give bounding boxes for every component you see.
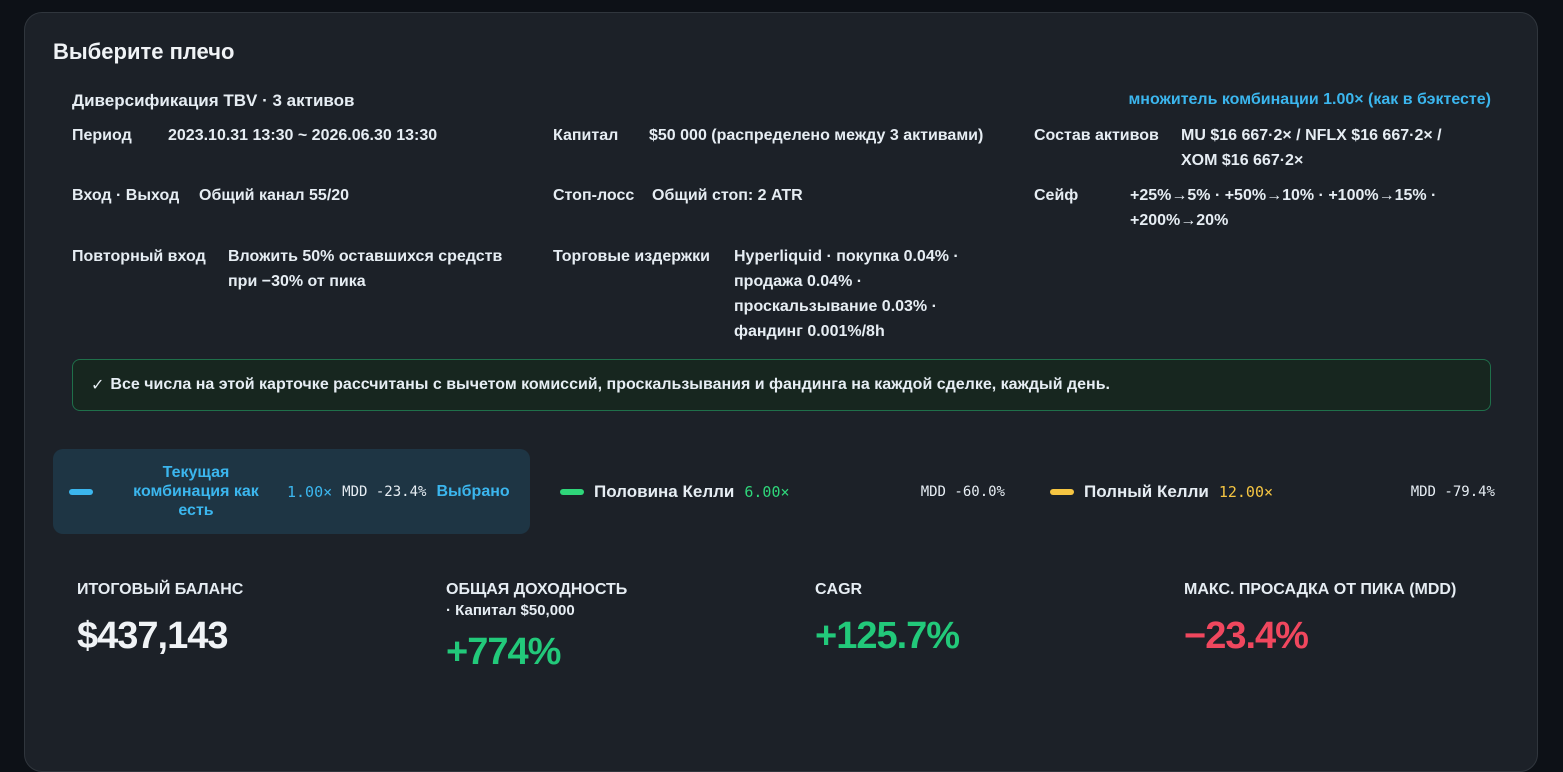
stat-sublabel: · Капитал $50,000 [446, 602, 575, 619]
param-safe-line1: +25%→5% · +50%→10% · +100%→15% · [1130, 187, 1437, 204]
param-composition-label: Состав активов [1034, 127, 1159, 144]
stat-value: +125.7% [815, 615, 960, 657]
param-stop-loss: Стоп-лосс Общий стоп: 2 ATR [553, 183, 803, 208]
net-fees-notice: ✓ Все числа на этой карточке рассчитаны … [72, 359, 1491, 411]
param-costs-line2: продажа 0.04% · [734, 273, 863, 290]
leverage-card: Выберите плечо Диверсификация TBV · 3 ак… [24, 12, 1538, 772]
param-entry-exit-label: Вход · Выход [72, 187, 180, 204]
param-period-label: Период [72, 127, 132, 144]
param-period-value: 2023.10.31 13:30 ~ 2026.06.30 13:30 [168, 127, 438, 144]
leverage-option-mdd: MDD -60.0% [920, 483, 1005, 500]
stat-value: $437,143 [77, 615, 229, 657]
param-safe-line2: +200%→20% [1130, 212, 1229, 229]
leverage-option-multiplier: 12.00× [1218, 482, 1274, 501]
stat-value: +774% [446, 631, 561, 673]
stat-label: ОБЩАЯ ДОХОДНОСТЬ [446, 581, 628, 598]
leverage-option-current[interactable]: Текущая комбинация как есть 1.00× MDD -2… [53, 449, 530, 534]
stat-label: ИТОГОВЫЙ БАЛАНС [77, 581, 244, 598]
selected-badge: Выбрано [436, 482, 510, 500]
leverage-option-name: Текущая комбинация как есть [121, 463, 271, 520]
multiplier-note: множитель комбинации 1.00× (как в бэктес… [1128, 91, 1491, 108]
leverage-option-mdd: MDD -79.4% [1410, 483, 1495, 500]
leverage-option-name-line3: есть [178, 502, 214, 519]
param-composition: Состав активов MU $16 667·2× / NFLX $16 … [1034, 123, 1442, 173]
param-reentry-line2: при −30% от пика [228, 273, 366, 290]
leverage-option-name: Полный Келли [1084, 481, 1209, 501]
param-costs-label: Торговые издержки [553, 248, 710, 265]
leverage-option-multiplier: 6.00× [744, 482, 790, 501]
param-costs-line3: проскальзывание 0.03% · [734, 298, 937, 315]
param-reentry-label: Повторный вход [72, 248, 206, 265]
param-entry-exit-value: Общий канал 55/20 [199, 187, 350, 204]
param-period: Период 2023.10.31 13:30 ~ 2026.06.30 13:… [72, 123, 437, 148]
leverage-option-half-kelly[interactable]: Половина Келли 6.00× MDD -60.0% [560, 449, 1005, 534]
card-title: Выберите плечо [53, 39, 235, 64]
series-color-marker [69, 488, 93, 495]
stat-final-balance: ИТОГОВЫЙ БАЛАНС $437,143 [77, 579, 243, 658]
check-icon: ✓ [91, 377, 105, 394]
param-composition-line2: XOM $16 667·2× [1181, 152, 1304, 169]
stat-mdd: МАКС. ПРОСАДКА ОТ ПИКА (MDD) −23.4% [1184, 579, 1456, 658]
param-composition-line1: MU $16 667·2× / NFLX $16 667·2× / [1181, 127, 1442, 144]
param-stop-loss-label: Стоп-лосс [553, 187, 635, 204]
notice-text: Все числа на этой карточке рассчитаны с … [110, 376, 1110, 393]
param-safe: Сейф +25%→5% · +50%→10% · +100%→15% · +2… [1034, 183, 1436, 233]
leverage-option-name: Половина Келли [594, 481, 735, 501]
param-reentry: Повторный вход Вложить 50% оставшихся ср… [72, 244, 502, 294]
stat-label: МАКС. ПРОСАДКА ОТ ПИКА (MDD) [1184, 581, 1457, 598]
param-capital: Капитал $50 000 (распределено между 3 ак… [553, 123, 983, 148]
param-stop-loss-value: Общий стоп: 2 ATR [652, 187, 803, 204]
param-capital-value: $50 000 (распределено между 3 активами) [649, 127, 984, 144]
param-costs-line4: фандинг 0.001%/8h [734, 323, 885, 340]
param-costs-line1: Hyperliquid · покупка 0.04% · [734, 248, 959, 265]
stat-value: −23.4% [1184, 615, 1309, 657]
leverage-option-full-kelly[interactable]: Полный Келли 12.00× MDD -79.4% [1050, 449, 1495, 534]
param-entry-exit: Вход · Выход Общий канал 55/20 [72, 183, 349, 208]
param-capital-label: Капитал [553, 127, 619, 144]
leverage-option-multiplier: 1.00× [287, 482, 333, 501]
series-color-marker [1050, 488, 1074, 495]
strategy-name: Диверсификация TBV · 3 активов [72, 91, 355, 110]
param-reentry-line1: Вложить 50% оставшихся средств [228, 248, 503, 265]
leverage-option-mdd: MDD -23.4% [342, 483, 427, 500]
param-safe-label: Сейф [1034, 187, 1079, 204]
stat-cagr: CAGR +125.7% [815, 579, 960, 658]
leverage-option-name-line1: Текущая [162, 464, 230, 481]
leverage-option-name-line2: комбинация как [133, 483, 259, 500]
series-color-marker [560, 488, 584, 495]
stat-label: CAGR [815, 581, 863, 598]
param-costs: Торговые издержки Hyperliquid · покупка … [553, 244, 959, 344]
stat-total-return: ОБЩАЯ ДОХОДНОСТЬ · Капитал $50,000 +774% [446, 579, 627, 674]
